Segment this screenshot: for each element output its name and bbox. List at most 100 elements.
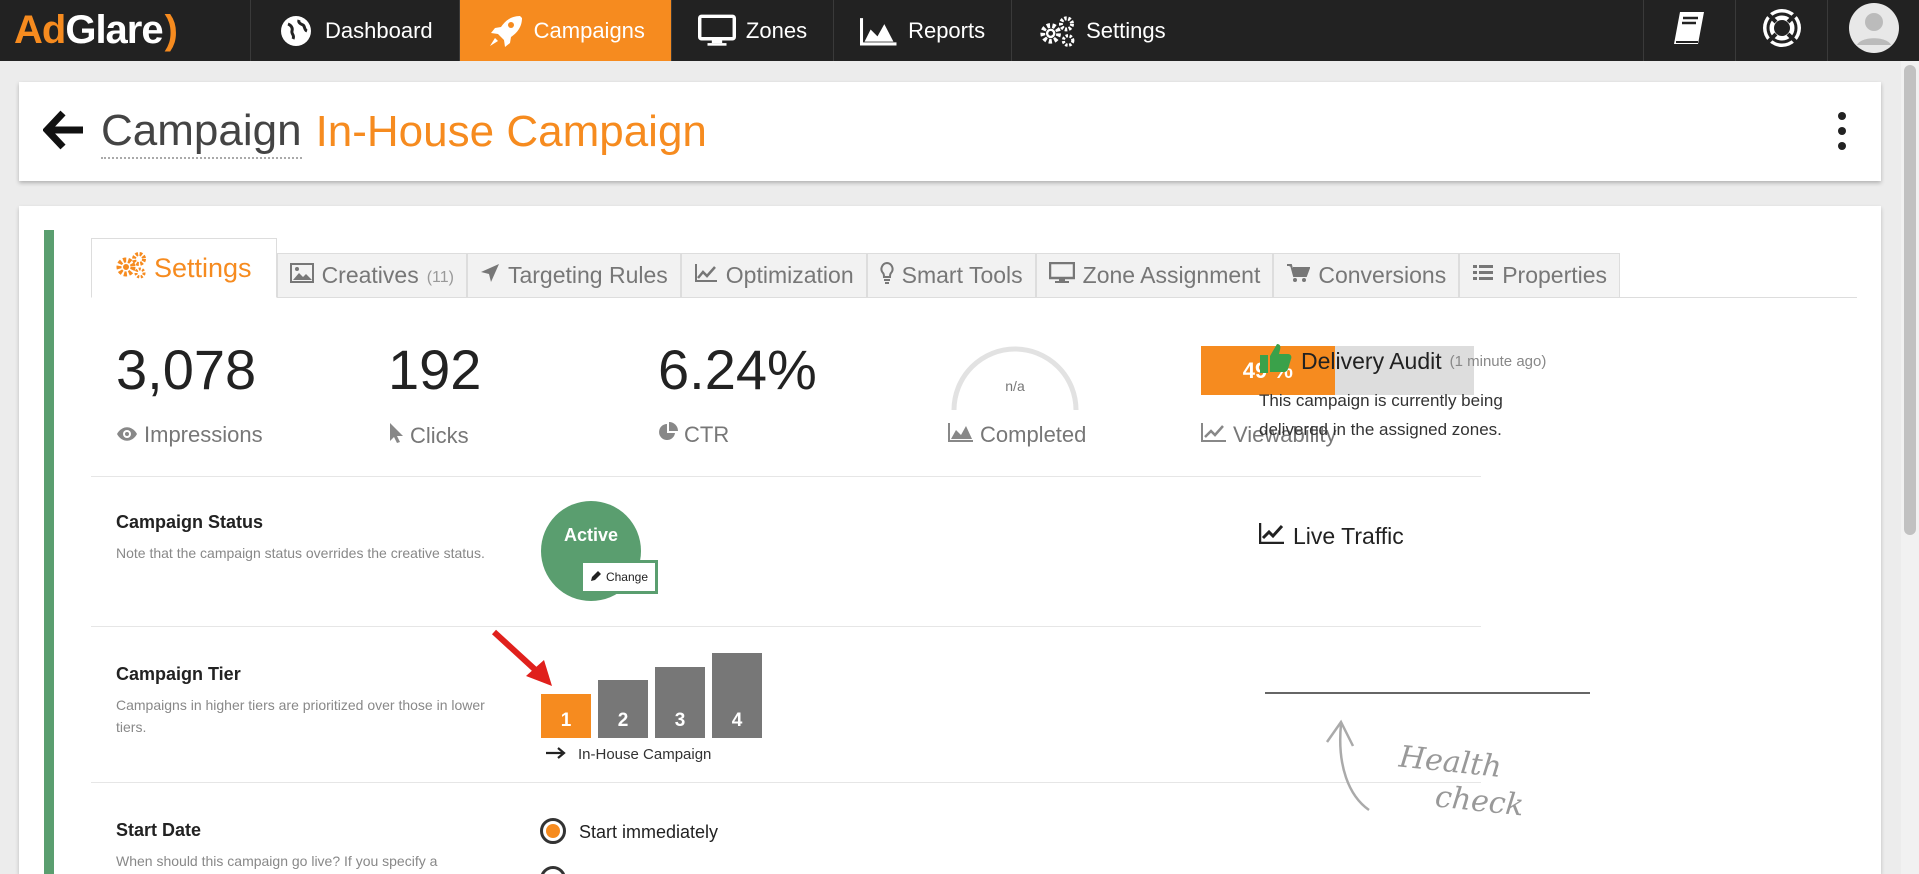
change-status-button[interactable]: Change bbox=[580, 560, 658, 594]
tier-option-1[interactable]: 1 bbox=[541, 694, 591, 738]
live-traffic-label: Live Traffic bbox=[1293, 522, 1404, 549]
completed-label-row: Completed bbox=[948, 422, 1086, 448]
cursor-icon bbox=[388, 422, 404, 450]
status-indicator-bar bbox=[44, 230, 54, 874]
change-status-label: Change bbox=[605, 570, 649, 584]
clicks-label: Clicks bbox=[410, 423, 469, 448]
user-avatar-icon bbox=[1848, 3, 1899, 58]
user-menu-button[interactable] bbox=[1827, 0, 1919, 61]
campaign-settings-card: Settings Creatives (11) Targeting Rules … bbox=[19, 206, 1881, 874]
back-arrow-icon[interactable] bbox=[43, 109, 89, 155]
logo-text-glare: Glare bbox=[65, 8, 163, 52]
stat-ctr: 6.24% CTR bbox=[658, 336, 817, 448]
creatives-count: (11) bbox=[426, 268, 454, 286]
location-arrow-icon bbox=[480, 262, 500, 289]
live-traffic-title: Live Traffic bbox=[1258, 522, 1404, 550]
nav-dashboard-label: Dashboard bbox=[325, 17, 433, 43]
tab-zone-assignment-label: Zone Assignment bbox=[1082, 262, 1261, 288]
page-scrollbar[interactable] bbox=[1901, 61, 1919, 874]
start-date-title: Start Date bbox=[116, 820, 202, 840]
impressions-label: Impressions bbox=[144, 422, 263, 447]
delivery-audit-title: Delivery Audit (1 minute ago) bbox=[1259, 342, 1546, 380]
tab-creatives-label: Creatives bbox=[321, 262, 419, 288]
thumbs-up-icon bbox=[1259, 342, 1293, 380]
divider bbox=[91, 476, 1481, 477]
nav-right-group bbox=[1643, 0, 1919, 61]
tier-option-2[interactable]: 2 bbox=[598, 680, 648, 738]
adglare-logo[interactable]: Ad Glare) bbox=[0, 0, 250, 61]
area-chart-icon bbox=[860, 12, 898, 50]
docs-button[interactable] bbox=[1643, 0, 1735, 61]
hand-drawn-arrow-icon bbox=[1325, 719, 1370, 812]
nav-dashboard[interactable]: Dashboard bbox=[250, 0, 459, 61]
campaign-header: Campaign In-House Campaign bbox=[19, 82, 1881, 181]
delivery-audit-time: (1 minute ago) bbox=[1449, 352, 1547, 370]
red-arrow-annotation bbox=[491, 629, 552, 686]
tab-settings[interactable]: Settings bbox=[91, 238, 277, 298]
divider bbox=[91, 626, 1481, 627]
pie-chart-icon bbox=[658, 422, 678, 448]
tab-targeting-rules[interactable]: Targeting Rules bbox=[466, 253, 681, 297]
rocket-icon bbox=[486, 12, 524, 50]
impressions-label-row: Impressions bbox=[116, 422, 263, 448]
lifebuoy-icon bbox=[1760, 6, 1804, 55]
ctr-label: CTR bbox=[684, 422, 730, 447]
campaign-status-desc: Note that the campaign status overrides … bbox=[116, 545, 485, 561]
nav-settings-label: Settings bbox=[1086, 17, 1166, 43]
nav-zones-label: Zones bbox=[745, 17, 808, 43]
stat-clicks: 192 Clicks bbox=[388, 336, 481, 450]
tab-creatives[interactable]: Creatives (11) bbox=[276, 253, 467, 297]
tab-zone-assignment[interactable]: Zone Assignment bbox=[1035, 253, 1274, 297]
tier-option-3[interactable]: 3 bbox=[655, 667, 705, 738]
tab-properties-label: Properties bbox=[1502, 262, 1608, 288]
tab-conversions-label: Conversions bbox=[1318, 262, 1447, 288]
nav-settings[interactable]: Settings bbox=[1011, 0, 1192, 61]
status-value: Active bbox=[563, 525, 619, 545]
tab-smart-tools[interactable]: Smart Tools bbox=[866, 253, 1036, 297]
list-icon bbox=[1472, 262, 1494, 289]
area-chart-icon bbox=[948, 422, 974, 448]
start-immediately-radio[interactable] bbox=[540, 818, 566, 844]
campaign-tier-title: Campaign Tier bbox=[116, 664, 241, 684]
ctr-label-row: CTR bbox=[658, 422, 817, 448]
nav-campaigns[interactable]: Campaigns bbox=[458, 0, 671, 61]
scrollbar-thumb[interactable] bbox=[1904, 65, 1916, 535]
monitor-icon bbox=[697, 12, 736, 50]
campaign-status-title: Campaign Status bbox=[116, 512, 264, 532]
tier-caption-text: In-House Campaign bbox=[578, 746, 712, 763]
clicks-label-row: Clicks bbox=[388, 422, 481, 450]
tier-option-4[interactable]: 4 bbox=[712, 653, 762, 738]
line-chart-icon bbox=[1258, 522, 1285, 550]
book-icon bbox=[1670, 8, 1710, 53]
campaign-label[interactable]: Campaign bbox=[101, 105, 302, 159]
nav-reports-label: Reports bbox=[908, 17, 986, 43]
tab-conversions[interactable]: Conversions bbox=[1273, 253, 1460, 297]
nav-reports[interactable]: Reports bbox=[833, 0, 1011, 61]
delivery-audit-label: Delivery Audit bbox=[1301, 347, 1442, 374]
tab-optimization[interactable]: Optimization bbox=[680, 253, 867, 297]
completed-value: n/a bbox=[1005, 378, 1025, 394]
nav-campaigns-label: Campaigns bbox=[533, 17, 645, 43]
pencil-icon bbox=[590, 570, 602, 585]
tab-optimization-label: Optimization bbox=[725, 262, 854, 288]
line-chart-icon bbox=[1201, 422, 1227, 448]
divider bbox=[91, 782, 1481, 783]
cart-icon bbox=[1286, 262, 1311, 289]
monitor-icon bbox=[1048, 261, 1075, 290]
tab-targeting-label: Targeting Rules bbox=[507, 262, 668, 288]
gears-icon bbox=[116, 251, 146, 286]
stat-impressions: 3,078 Impressions bbox=[116, 336, 263, 448]
more-options-icon[interactable] bbox=[1837, 112, 1847, 150]
line-chart-icon bbox=[694, 262, 718, 289]
start-later-radio[interactable] bbox=[540, 866, 566, 874]
completed-gauge: n/a bbox=[940, 334, 1090, 414]
logo-mark: ) bbox=[164, 8, 178, 52]
start-immediately-label[interactable]: Start immediately bbox=[579, 822, 718, 843]
image-icon bbox=[289, 262, 314, 289]
health-check-note: Health check bbox=[1394, 739, 1530, 824]
support-button[interactable] bbox=[1735, 0, 1827, 61]
tab-properties[interactable]: Properties bbox=[1459, 253, 1621, 297]
globe-icon bbox=[277, 12, 315, 50]
tab-smart-tools-label: Smart Tools bbox=[901, 262, 1023, 288]
nav-zones[interactable]: Zones bbox=[670, 0, 833, 61]
